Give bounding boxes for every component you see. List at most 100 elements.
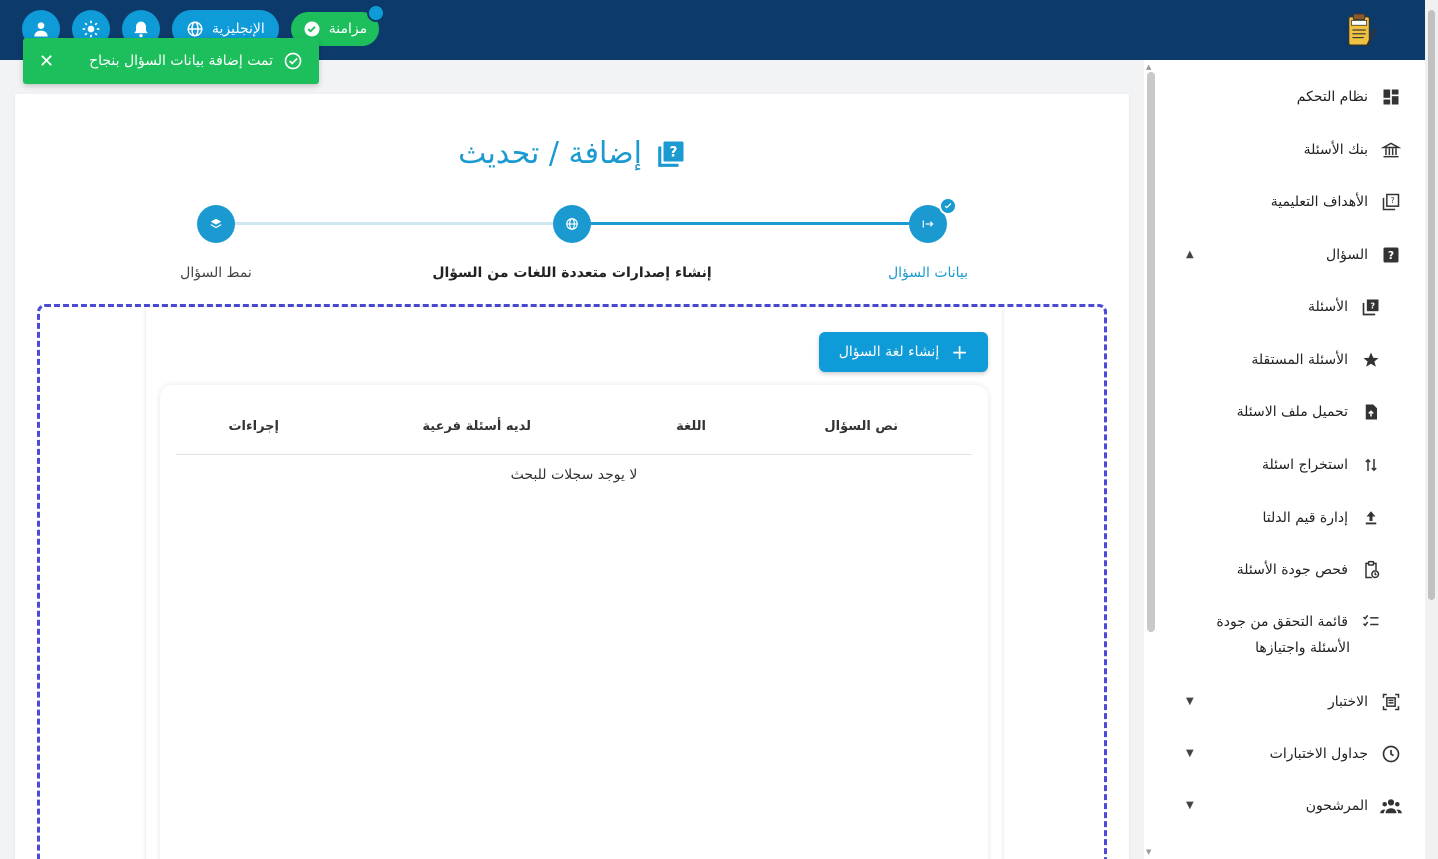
- sidebar-item-question-bank[interactable]: بنك الأسئلة: [1304, 139, 1402, 161]
- question-icon: ?: [1380, 244, 1402, 266]
- sidebar-item-dashboard[interactable]: نظام التحكم: [1297, 86, 1402, 108]
- step-1-circle[interactable]: [909, 197, 957, 243]
- page-scroll-thumb[interactable]: [1428, 10, 1435, 600]
- svg-text:?: ?: [1370, 301, 1375, 311]
- sidebar-item-questions[interactable]: ? الأسئلة: [1308, 296, 1382, 318]
- create-question-language-button[interactable]: إنشاء لغة السؤال +: [818, 332, 988, 372]
- sidebar-item-label: إدارة قيم الدلتا: [1262, 510, 1348, 526]
- exam-icon: [1380, 691, 1402, 713]
- sidebar-item-exam-schedules[interactable]: جداول الاختبارات: [1270, 743, 1402, 765]
- success-toast: ✕ تمت إضافة بيانات السؤال بنجاح: [23, 38, 319, 84]
- user-icon: [34, 22, 48, 37]
- sidebar: نظام التحكم بنك الأسئلة ? الأهداف التعلي…: [1158, 60, 1438, 859]
- close-icon[interactable]: ✕: [39, 51, 54, 72]
- questions-icon: ?: [1360, 296, 1382, 318]
- objectives-icon: ?: [1380, 191, 1402, 213]
- step-2-circle[interactable]: [553, 205, 591, 243]
- step-1-label: بيانات السؤال: [887, 265, 969, 281]
- globe-icon: [566, 218, 578, 230]
- file-upload-icon: [1360, 401, 1382, 423]
- globe-icon: [187, 21, 203, 37]
- sidebar-item-label: جداول الاختبارات: [1269, 746, 1368, 762]
- column-language[interactable]: اللغة: [676, 419, 706, 434]
- bell-icon: [134, 21, 148, 38]
- toast-message: تمت إضافة بيانات السؤال بنجاح: [89, 51, 303, 71]
- layers-icon: [210, 218, 222, 229]
- language-label: الإنجليزية: [212, 21, 265, 37]
- languages-table: نص السؤال اللغة لديه أسئلة فرعية إجراءات…: [160, 385, 988, 859]
- column-question-text[interactable]: نص السؤال: [824, 419, 898, 434]
- column-actions: إجراءات: [228, 419, 279, 434]
- clock-icon: [1380, 743, 1402, 765]
- table-header: نص السؤال اللغة لديه أسئلة فرعية إجراءات: [176, 385, 972, 455]
- caret-down-icon[interactable]: ▼: [1186, 696, 1194, 707]
- svg-text:?: ?: [669, 144, 677, 160]
- sync-label: مزامنة: [328, 21, 368, 37]
- sidebar-item-candidates[interactable]: المرشحون: [1306, 795, 1402, 817]
- sidebar-item-quality-checklist-line2[interactable]: الأسئلة واجتيازها: [1255, 640, 1350, 656]
- sidebar-item-label: الأسئلة: [1308, 299, 1348, 315]
- bank-icon: [1380, 139, 1402, 161]
- scroll-up-icon[interactable]: ▲: [1146, 63, 1151, 71]
- check-circle-icon: [304, 21, 320, 37]
- check-circle-outline-icon: [284, 52, 302, 70]
- caret-down-icon[interactable]: ▼: [1186, 748, 1194, 759]
- create-button-label: إنشاء لغة السؤال: [838, 344, 940, 360]
- sidebar-item-objectives[interactable]: ? الأهداف التعليمية: [1271, 191, 1402, 213]
- dashboard-icon: [1380, 86, 1402, 108]
- sidebar-item-question[interactable]: ? السؤال: [1326, 244, 1402, 266]
- sidebar-item-label: السؤال: [1326, 247, 1368, 263]
- sidebar-item-label: الأهداف التعليمية: [1270, 194, 1368, 210]
- toast-text: تمت إضافة بيانات السؤال بنجاح: [89, 53, 273, 69]
- step-connector-pending: [234, 222, 572, 225]
- sidebar-item-label: نظام التحكم: [1296, 89, 1368, 105]
- sidebar-item-label: الأسئلة واجتيازها: [1255, 640, 1350, 656]
- scroll-down-icon[interactable]: ▼: [1146, 848, 1151, 856]
- sun-icon: [82, 20, 100, 38]
- sidebar-item-label: الاختبار: [1327, 694, 1368, 710]
- caret-down-icon[interactable]: ▼: [1186, 800, 1194, 811]
- sidebar-item-quality-checklist[interactable]: قائمة التحقق من جودة: [1216, 611, 1382, 633]
- sidebar-item-label: المرشحون: [1305, 798, 1368, 814]
- step-3-circle[interactable]: [197, 205, 235, 243]
- sidebar-item-extract-questions[interactable]: استخراج اسئلة: [1262, 454, 1382, 476]
- page-scrollbar[interactable]: [1425, 0, 1438, 859]
- sidebar-item-independent-questions[interactable]: الأسئلة المستقلة: [1251, 349, 1382, 371]
- empty-table-message: لا يوجد سجلات للبحث: [510, 467, 638, 483]
- sidebar-item-label: فحص جودة الأسئلة: [1236, 562, 1348, 578]
- clipboard-clock-icon: [1360, 559, 1382, 581]
- upload-icon: [1360, 507, 1382, 529]
- sidebar-item-label: قائمة التحقق من جودة: [1216, 614, 1348, 630]
- step-3-label: نمط السؤال: [180, 265, 252, 281]
- step-arrow-icon: [922, 220, 934, 228]
- step-2-label: إنشاء إصدارات متعددة اللغات من السؤال: [432, 265, 712, 281]
- sync-status-dot: [367, 4, 386, 22]
- sidebar-item-exam[interactable]: الاختبار: [1328, 691, 1402, 713]
- sort-icon: [1360, 454, 1382, 476]
- stepper: بيانات السؤال إنشاء إصدارات متعددة اللغا…: [15, 197, 1129, 281]
- plus-icon: +: [951, 340, 968, 364]
- sidebar-item-quality-check[interactable]: فحص جودة الأسئلة: [1237, 559, 1382, 581]
- sidebar-item-label: بنك الأسئلة: [1303, 142, 1368, 158]
- step-complete-check-icon: [939, 197, 957, 215]
- star-icon: [1360, 349, 1382, 371]
- language-panel: إنشاء لغة السؤال + نص السؤال اللغة لديه …: [146, 307, 1002, 859]
- svg-text:?: ?: [1391, 196, 1395, 205]
- sidebar-item-label: استخراج اسئلة: [1262, 457, 1348, 473]
- checklist-icon: [1360, 611, 1382, 633]
- sidebar-item-label: تحميل ملف الاسئلة: [1236, 404, 1348, 420]
- question-book-icon: ?: [658, 141, 684, 167]
- people-icon: [1380, 795, 1402, 817]
- main-card: إضافة / تحديث ? بيانات السؤال إنشاء إصدا…: [15, 94, 1129, 859]
- step-connector-done: [572, 222, 928, 225]
- page-title: إضافة / تحديث ?: [15, 136, 1129, 171]
- column-has-subquestions[interactable]: لديه أسئلة فرعية: [422, 419, 531, 434]
- svg-text:?: ?: [1388, 249, 1394, 262]
- sidebar-item-delta-values[interactable]: إدارة قيم الدلتا: [1262, 507, 1382, 529]
- exam-logo-icon: [1347, 13, 1378, 46]
- sidebar-item-upload-questions-file[interactable]: تحميل ملف الاسئلة: [1237, 401, 1382, 423]
- sidebar-item-label: الأسئلة المستقلة: [1251, 352, 1348, 368]
- page-title-text: إضافة / تحديث: [458, 136, 642, 171]
- sidebar-scroll-thumb[interactable]: [1147, 72, 1155, 632]
- caret-up-icon[interactable]: ▲: [1186, 249, 1194, 260]
